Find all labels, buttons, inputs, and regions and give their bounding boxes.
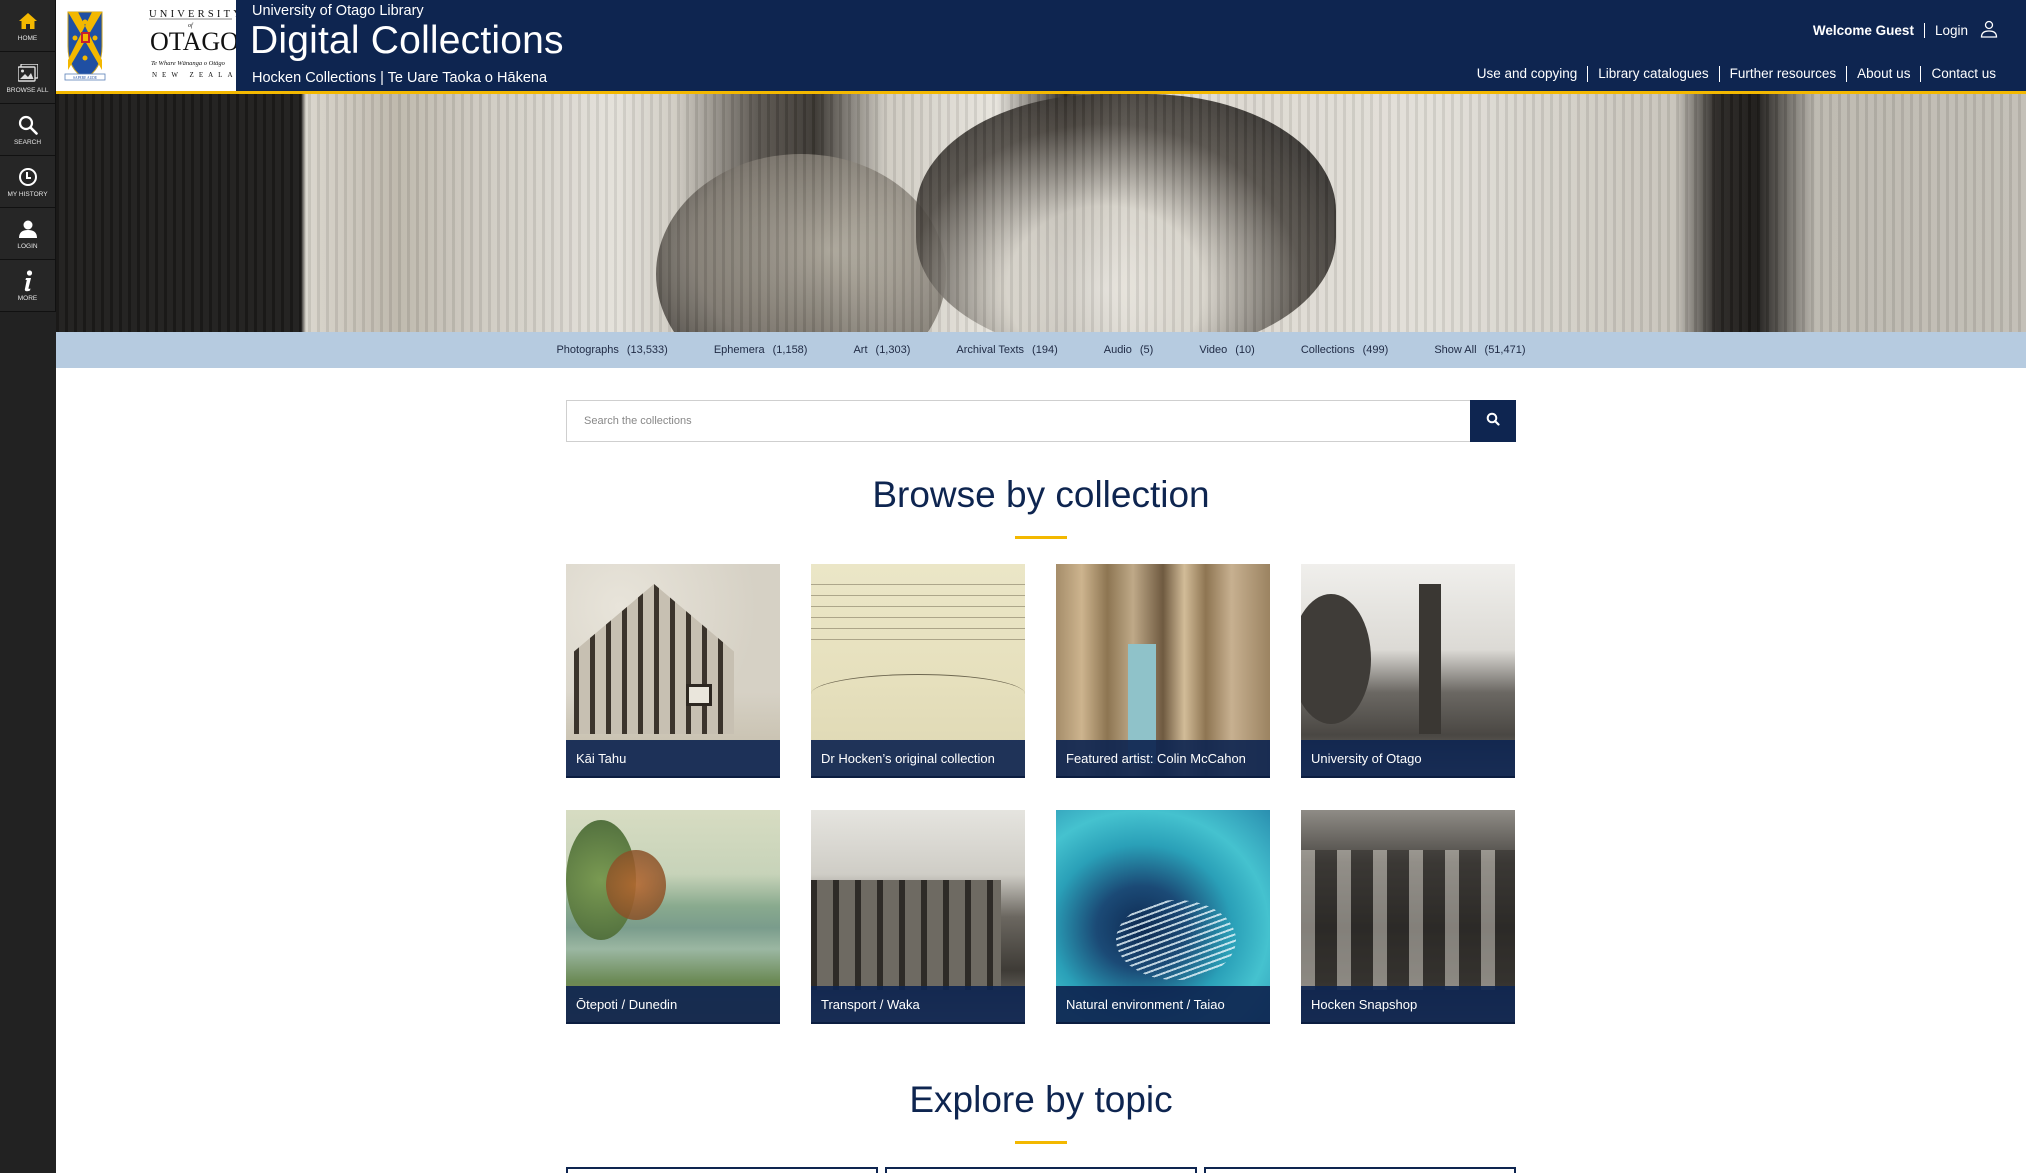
topic-grid (566, 1167, 1516, 1173)
nav-library-catalogues[interactable]: Library catalogues (1587, 66, 1718, 82)
category-ephemera[interactable]: Ephemera (1,158) (691, 344, 831, 356)
category-collections[interactable]: Collections (499) (1278, 344, 1412, 356)
sidebar-item-label: My History (7, 190, 48, 198)
nav-further-resources[interactable]: Further resources (1718, 66, 1847, 82)
search-button[interactable] (1470, 400, 1516, 442)
sidebar-item-label: More (17, 294, 38, 302)
sidebar-item-browse-all[interactable]: Browse All (0, 52, 56, 104)
header-nav: Use and copying Library catalogues Furth… (1467, 66, 2006, 82)
svg-text:NEW ZEALAND: NEW ZEALAND (152, 71, 236, 79)
collection-card[interactable]: Featured artist: Colin McCahon (1056, 564, 1270, 778)
university-logo[interactable]: SAPERE AUDE UNIVERSITY of OTAGO Te Whare… (56, 0, 253, 91)
site-subtitle: Hocken Collections | Te Uare Taoka o Hāk… (252, 70, 548, 86)
category-audio[interactable]: Audio (5) (1081, 344, 1177, 356)
category-bar: Photographs (13,533) Ephemera (1,158) Art(… (56, 332, 2026, 368)
category-art[interactable]: Art (1,303) (830, 344, 933, 356)
nav-use-and-copying[interactable]: Use and copying (1467, 66, 1588, 82)
topic-card[interactable] (566, 1167, 878, 1173)
heading-accent-line (1015, 536, 1067, 539)
user-icon (17, 218, 39, 240)
collection-label: University of Otago (1301, 740, 1515, 778)
sidebar-item-label: Search (13, 138, 42, 146)
explore-heading: Explore by topic (909, 1079, 1173, 1120)
otago-crest-icon: SAPERE AUDE UNIVERSITY of OTAGO Te Whare… (64, 9, 253, 81)
svg-text:UNIVERSITY: UNIVERSITY (149, 9, 236, 20)
library-name: University of Otago Library (252, 3, 424, 19)
login-link[interactable]: Login (1925, 23, 1968, 38)
user-area: Welcome Guest Login (1813, 20, 1998, 41)
collection-card[interactable]: Ōtepoti / Dunedin (566, 810, 780, 1024)
svg-text:SAPERE AUDE: SAPERE AUDE (73, 76, 98, 80)
hero-banner-image (56, 94, 2026, 332)
browse-heading: Browse by collection (872, 474, 1210, 515)
svg-text:OTAGO: OTAGO (150, 27, 236, 56)
sidebar-item-more[interactable]: More (0, 260, 56, 312)
category-video[interactable]: Video (10) (1176, 344, 1278, 356)
collection-label: Dr Hocken’s original collection (811, 740, 1025, 778)
topic-card[interactable] (1204, 1167, 1516, 1173)
collection-card[interactable]: Dr Hocken’s original collection (811, 564, 1025, 778)
collection-label: Ōtepoti / Dunedin (566, 986, 780, 1024)
sidebar-item-login[interactable]: Login (0, 208, 56, 260)
images-icon (17, 62, 39, 84)
clock-icon (17, 166, 39, 188)
svg-text:Te Whare Wānanga o Otāgo: Te Whare Wānanga o Otāgo (151, 60, 226, 67)
collection-label: Transport / Waka (811, 986, 1025, 1024)
heading-accent-line (1015, 1141, 1067, 1144)
sidebar-item-label: Browse All (6, 86, 49, 94)
collection-grid: Kāi Tahu Dr Hocken’s original collection… (566, 564, 1516, 1024)
search-icon (17, 114, 39, 136)
collection-label: Featured artist: Colin McCahon (1056, 740, 1270, 778)
search-icon (1486, 412, 1500, 431)
home-icon (17, 10, 39, 32)
search-form (566, 400, 1516, 442)
collection-card[interactable]: Transport / Waka (811, 810, 1025, 1024)
welcome-text: Welcome Guest (1813, 23, 1925, 38)
collection-label: Hocken Snapshop (1301, 986, 1515, 1024)
category-show-all[interactable]: Show All (51,471) (1411, 344, 1548, 356)
info-icon (17, 269, 39, 292)
collection-card[interactable]: Hocken Snapshop (1301, 810, 1515, 1024)
category-photographs[interactable]: Photographs (13,533) (533, 344, 690, 356)
collection-card[interactable]: Kāi Tahu (566, 564, 780, 778)
nav-about-us[interactable]: About us (1846, 66, 1920, 82)
sidebar-item-search[interactable]: Search (0, 104, 56, 156)
sidebar: Home Browse All Search My History Login … (0, 0, 56, 1173)
collection-card[interactable]: Natural environment / Taiao (1056, 810, 1270, 1024)
topic-card[interactable] (885, 1167, 1197, 1173)
site-title[interactable]: Digital Collections (250, 19, 564, 63)
sidebar-item-home[interactable]: Home (0, 0, 56, 52)
site-header: SAPERE AUDE UNIVERSITY of OTAGO Te Whare… (56, 0, 2026, 91)
collection-label: Kāi Tahu (566, 740, 780, 778)
sidebar-item-my-history[interactable]: My History (0, 156, 56, 208)
category-archival-texts[interactable]: Archival Texts (194) (933, 344, 1080, 356)
collection-card[interactable]: University of Otago (1301, 564, 1515, 778)
sidebar-item-label: Home (17, 34, 38, 42)
search-input[interactable] (566, 400, 1470, 442)
sidebar-item-label: Login (17, 242, 38, 250)
nav-contact-us[interactable]: Contact us (1920, 66, 2006, 82)
collection-label: Natural environment / Taiao (1056, 986, 1270, 1024)
user-icon[interactable] (1980, 20, 1998, 41)
